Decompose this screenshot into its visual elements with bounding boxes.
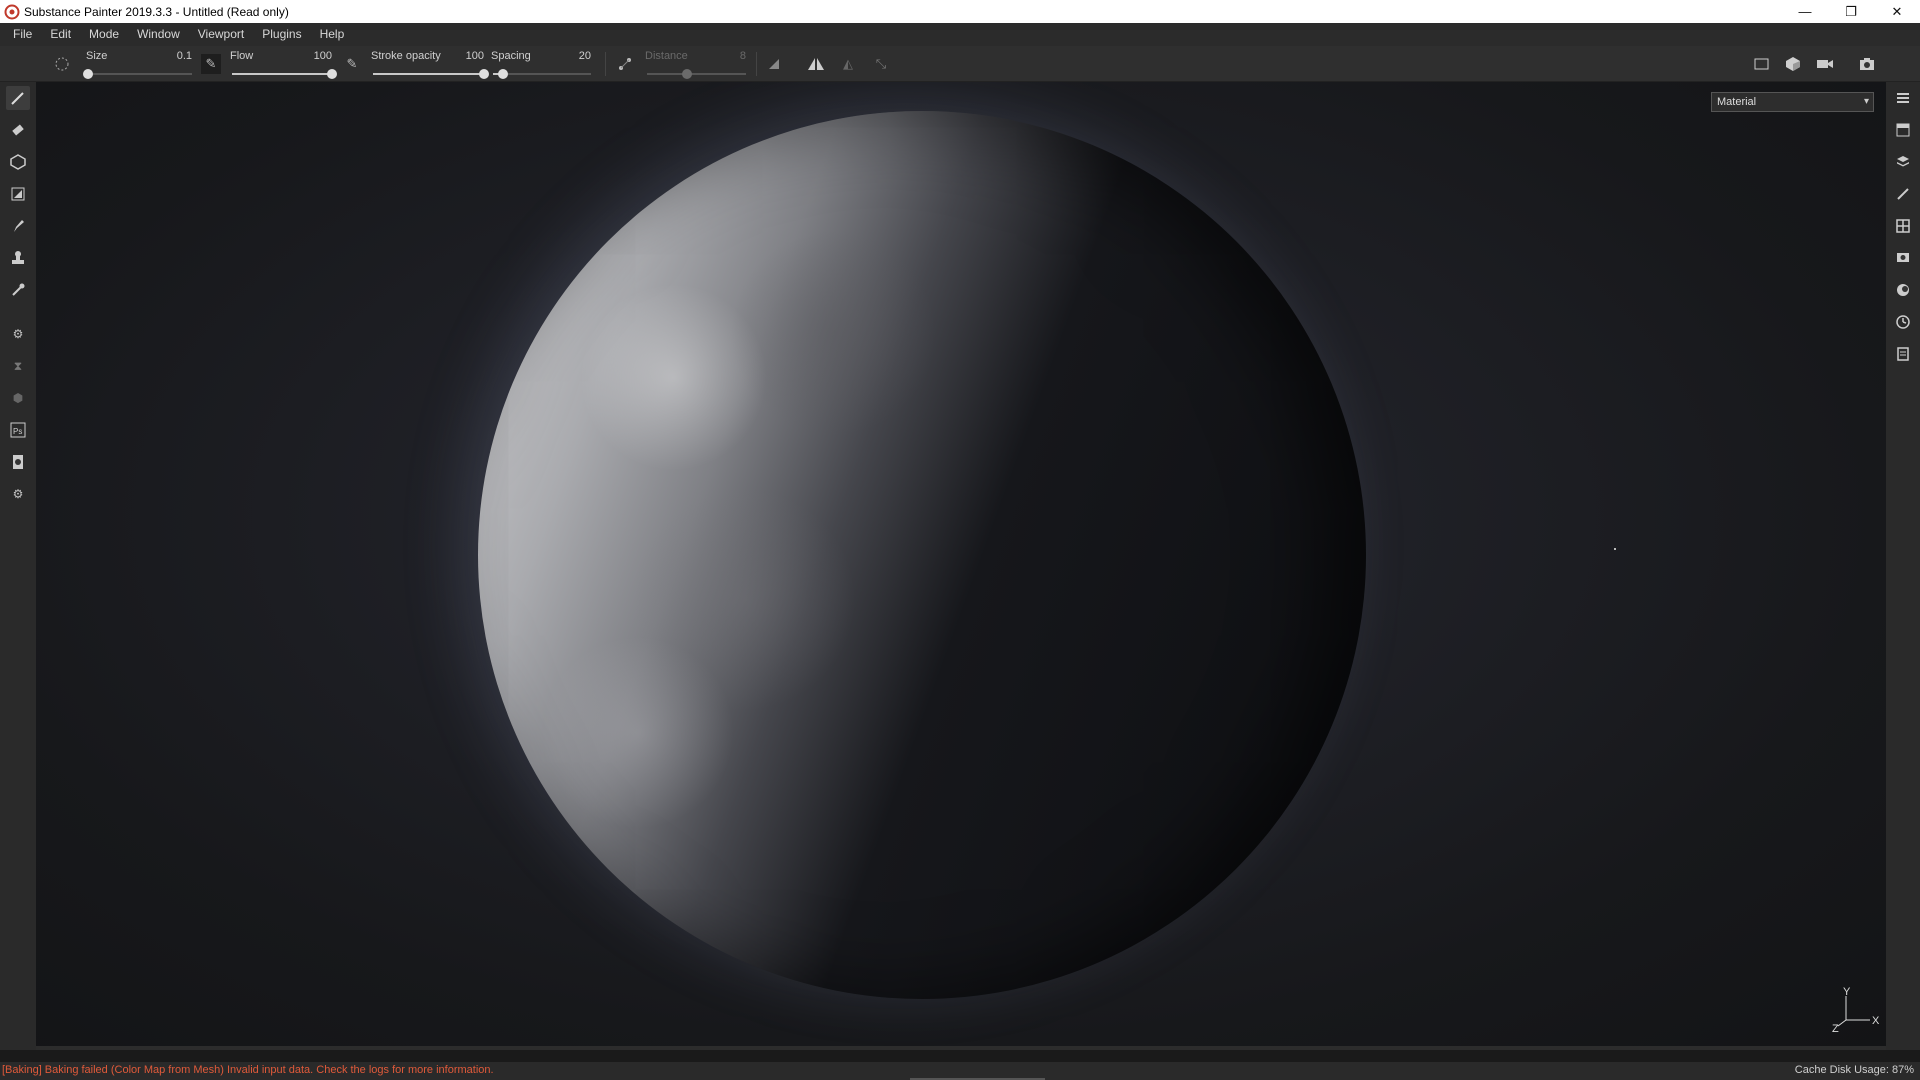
color-picker-icon[interactable] — [6, 278, 30, 302]
toolbar-separator — [605, 52, 606, 76]
minimize-button[interactable]: — — [1782, 0, 1828, 23]
axis-y-label: Y — [1843, 986, 1851, 998]
spacing-slider[interactable]: Spacing 20 — [491, 48, 593, 80]
menu-mode[interactable]: Mode — [80, 23, 128, 46]
menu-file[interactable]: File — [4, 23, 41, 46]
tool-properties-bar: Size 0.1 ✎ Flow 100 ✎ Stroke opacity 100… — [0, 46, 1920, 82]
distance-label: Distance — [645, 50, 688, 62]
menu-viewport[interactable]: Viewport — [189, 23, 253, 46]
size-slider[interactable]: Size 0.1 — [83, 48, 194, 80]
menu-window[interactable]: Window — [128, 23, 189, 46]
stroke-opacity-label: Stroke opacity — [371, 50, 441, 62]
axis-z-label: Z — [1832, 1023, 1839, 1035]
photoshop-icon[interactable]: Ps — [6, 418, 30, 442]
window-title: Substance Painter 2019.3.3 - Untitled (R… — [24, 4, 289, 19]
toolbar-separator — [756, 52, 757, 76]
svg-text:Ps: Ps — [13, 427, 22, 436]
app-logo-icon — [4, 4, 20, 19]
axis-gizmo: X Y Z — [1832, 986, 1880, 1035]
screenshot-camera-icon[interactable] — [1857, 54, 1877, 74]
speck — [1614, 548, 1616, 550]
transform-icon[interactable]: ⤡ — [871, 54, 891, 74]
export-icon[interactable] — [6, 450, 30, 474]
display-settings-icon[interactable] — [1891, 246, 1915, 270]
status-bar: [Baking] Baking failed (Color Map from M… — [0, 1062, 1920, 1080]
clone-stamp-icon[interactable] — [6, 246, 30, 270]
polygon-fill-icon[interactable] — [6, 182, 30, 206]
properties-brush-icon[interactable] — [1891, 182, 1915, 206]
chevron-down-icon: ▾ — [1863, 96, 1869, 107]
channel-select[interactable]: Material ▾ — [1711, 92, 1874, 112]
smudge-icon[interactable] — [6, 214, 30, 238]
size-value[interactable]: 0.1 — [177, 50, 192, 62]
camera-video-icon[interactable] — [1815, 54, 1835, 74]
flow-slider[interactable]: Flow 100 — [230, 48, 337, 80]
environment-icon[interactable] — [1891, 278, 1915, 302]
cache-disk-usage: Cache Disk Usage: 87% — [1794, 1064, 1914, 1076]
bake-icon[interactable]: ⧗ — [6, 354, 30, 378]
opacity-pen-icon[interactable]: ✎ — [342, 54, 362, 74]
viewport-mode-icon[interactable] — [1752, 54, 1772, 74]
stack-icon[interactable] — [1891, 150, 1915, 174]
stroke-opacity-value[interactable]: 100 — [466, 50, 484, 62]
spacing-value[interactable]: 20 — [579, 50, 591, 62]
distance-value: 8 — [739, 50, 746, 62]
symmetry-axis-icon[interactable]: ◭ — [838, 54, 858, 74]
log-icon[interactable] — [1891, 342, 1915, 366]
layers-icon[interactable] — [1891, 86, 1915, 110]
menu-edit[interactable]: Edit — [41, 23, 80, 46]
close-button[interactable]: ✕ — [1874, 0, 1920, 23]
spacing-label: Spacing — [491, 50, 531, 62]
symmetry-mode-icon[interactable] — [764, 54, 784, 74]
left-toolbar: ⚙ ⧗ ⬢ Ps ⚙ — [0, 82, 36, 1050]
size-knob[interactable] — [83, 69, 93, 79]
3d-viewport[interactable]: Material ▾ X Y Z — [36, 82, 1886, 1050]
channel-select-value: Material — [1717, 96, 1757, 108]
viewport-bottom-edge — [36, 1046, 1886, 1050]
paint-brush-icon[interactable] — [6, 86, 30, 110]
axis-x-label: X — [1872, 1015, 1880, 1027]
distance-slider: Distance 8 — [645, 48, 748, 80]
display-mode-cube-icon[interactable] — [1783, 54, 1803, 74]
texture-set-icon[interactable] — [1891, 118, 1915, 142]
flow-pen-icon[interactable]: ✎ — [201, 54, 221, 74]
symmetry-icon[interactable] — [806, 54, 826, 74]
distance-knob — [681, 69, 692, 79]
right-toolbar — [1886, 82, 1920, 1050]
shelf-grid-icon[interactable] — [1891, 214, 1915, 238]
stroke-opacity-knob[interactable] — [479, 69, 489, 79]
gear-icon[interactable]: ⚙ — [6, 482, 30, 506]
title-bar: Substance Painter 2019.3.3 - Untitled (R… — [0, 0, 1920, 23]
projection-icon[interactable] — [6, 150, 30, 174]
settings-icon[interactable]: ⚙ — [6, 322, 30, 346]
flow-value[interactable]: 100 — [314, 50, 332, 62]
menu-bar: File Edit Mode Window Viewport Plugins H… — [0, 23, 1920, 46]
lazy-mouse-icon[interactable] — [615, 54, 635, 74]
flow-knob[interactable] — [327, 69, 337, 79]
restore-button[interactable]: ❐ — [1828, 0, 1874, 23]
status-error-message[interactable]: [Baking] Baking failed (Color Map from M… — [2, 1064, 494, 1076]
menu-help[interactable]: Help — [311, 23, 354, 46]
spacing-knob[interactable] — [497, 69, 508, 79]
brush-alignment-icon[interactable] — [52, 54, 72, 74]
plugin-icon[interactable]: ⬢ — [6, 386, 30, 410]
stroke-opacity-slider[interactable]: Stroke opacity 100 — [371, 48, 489, 80]
eraser-icon[interactable] — [6, 118, 30, 142]
size-label: Size — [86, 50, 108, 62]
moon-mesh — [478, 111, 1366, 999]
history-icon[interactable] — [1891, 310, 1915, 334]
menu-plugins[interactable]: Plugins — [253, 23, 310, 46]
flow-label: Flow — [230, 50, 254, 62]
